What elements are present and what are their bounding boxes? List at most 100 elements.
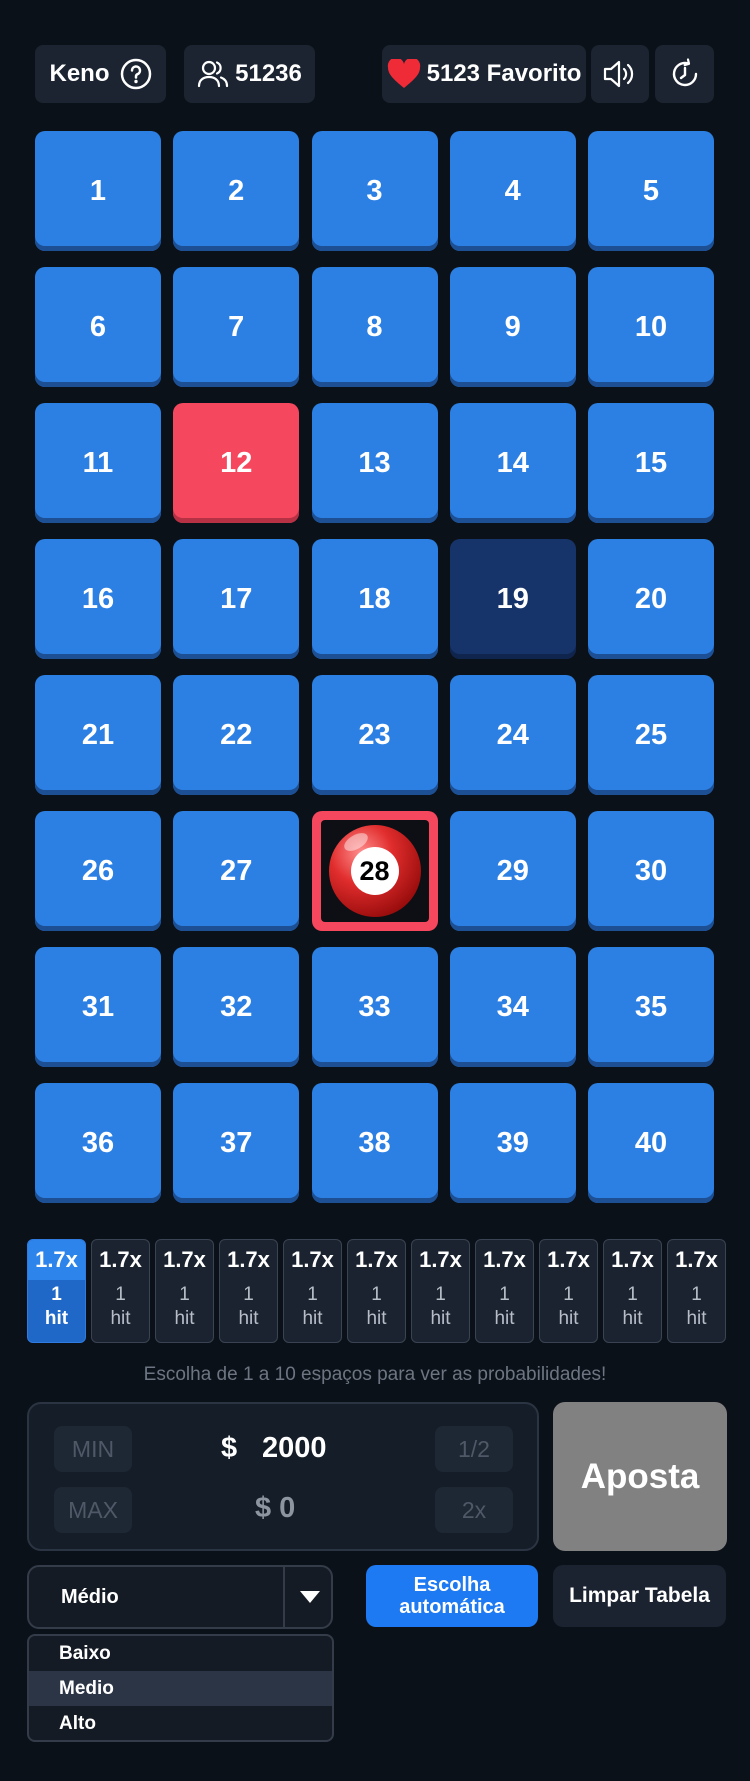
chevron-down-icon[interactable] [283,1567,335,1627]
number-tile[interactable]: 7 [173,267,300,387]
number-tile[interactable]: 16 [35,539,161,659]
number-tile[interactable]: 38 [311,1083,438,1203]
number-tile[interactable]: 26 [35,811,161,931]
number-tile[interactable]: 37 [173,1083,300,1203]
payout-hit-count: 1 [627,1284,638,1305]
number-tile[interactable]: 34 [449,947,576,1067]
number-tile[interactable]: 11 [35,403,161,523]
risk-options-list: Baixo Medio Alto [27,1634,334,1742]
risk-option[interactable]: Baixo [29,1636,332,1671]
payout-hit-label: hit [44,1308,69,1329]
number-tile[interactable]: 32 [173,947,300,1067]
number-tile[interactable]: 39 [449,1083,576,1203]
number-tile[interactable]: 10 [588,267,714,387]
keno-board: 1 2 3 4 5 6 7 8 9 10 11 12 13 14 15 16 17 18 19 20 21 22 23 24 2… [35,131,714,1203]
half-bet-button[interactable]: 1/2 [435,1426,513,1472]
payout-card: 1.7x 1 hit [347,1239,406,1343]
payout-card: 1.7x 1 hit [27,1239,86,1343]
number-tile[interactable]: 24 [449,675,576,795]
tile-number: 16 [81,582,115,615]
risk-select[interactable]: Médio [27,1565,333,1629]
heart-icon [387,59,420,88]
number-tile[interactable]: 8 [311,267,438,387]
payout-hit-count: 1 [563,1284,574,1305]
number-tile[interactable]: 35 [588,947,714,1067]
payout-card: 1.7x 1 hit [283,1239,342,1343]
auto-pick-button[interactable]: Escolha automática [366,1565,538,1627]
profit-display: $ 0 [255,1492,296,1524]
max-bet-button[interactable]: MAX [54,1487,132,1533]
number-tile[interactable]: 6 [35,267,161,387]
risk-option[interactable]: Alto [29,1706,332,1740]
number-tile[interactable]: 18 [311,539,438,659]
number-tile[interactable]: 22 [173,675,300,795]
payout-multiplier: 1.7x [355,1247,398,1272]
auto-pick-label-1: Escolha [413,1574,491,1596]
place-bet-button[interactable]: Aposta [553,1402,727,1551]
number-tile[interactable]: 40 [588,1083,714,1203]
tile-number: 33 [358,990,391,1023]
number-tile[interactable]: 19 [449,539,576,659]
number-tile[interactable]: 12 [173,403,300,523]
payout-hit-label: hit [302,1308,323,1329]
payout-multiplier: 1.7x [28,1240,85,1280]
number-tile[interactable]: 31 [35,947,161,1067]
number-tile[interactable]: 30 [588,811,714,931]
tile-number: 24 [496,718,529,751]
number-tile[interactable]: 9 [449,267,576,387]
tile-number: 25 [634,718,668,751]
number-tile[interactable]: 2 [173,131,300,251]
game-info-button[interactable]: Keno [35,45,166,103]
payout-card: 1.7x 1 hit [91,1239,150,1343]
tile-number: 31 [81,990,115,1023]
number-tile[interactable]: 1 [35,131,161,251]
double-bet-button[interactable]: 2x [435,1487,513,1533]
payout-hit-label: hit [622,1308,643,1329]
number-tile[interactable]: 21 [35,675,161,795]
sound-button[interactable] [591,45,649,103]
history-icon [672,58,697,87]
bet-amount-input[interactable]: 2000 [262,1432,327,1465]
number-tile[interactable]: 33 [311,947,438,1067]
payout-hit-label: hit [558,1308,579,1329]
number-tile[interactable]: 36 [35,1083,161,1203]
number-tile[interactable]: 28 [311,811,438,931]
tile-number: 2 [228,174,245,207]
number-tile[interactable]: 15 [588,403,714,523]
number-tile[interactable]: 29 [449,811,576,931]
tile-number: 36 [81,1126,115,1159]
tile-number: 40 [634,1126,668,1159]
payout-hit-count: 1 [51,1284,62,1305]
payout-multiplier: 1.7x [291,1247,334,1272]
payout-hit-label: hit [494,1308,515,1329]
players-button[interactable]: 51236 [184,45,315,103]
tile-number: 4 [504,174,521,207]
tile-number: 30 [634,854,668,887]
payout-card: 1.7x 1 hit [411,1239,470,1343]
tile-number: 23 [358,718,391,751]
payout-hit-count: 1 [115,1284,126,1305]
payout-multiplier: 1.7x [227,1247,270,1272]
payout-hit-count: 1 [179,1284,190,1305]
history-button[interactable] [655,45,714,103]
payout-hit-label: hit [110,1308,131,1329]
number-tile[interactable]: 5 [588,131,714,251]
number-tile[interactable]: 23 [311,675,438,795]
payout-hit-label: hit [238,1308,259,1329]
help-icon [120,58,151,90]
favorite-button[interactable]: 5123 Favorito [382,45,586,103]
payout-multiplier: 1.7x [99,1247,142,1272]
number-tile[interactable]: 20 [588,539,714,659]
number-tile[interactable]: 25 [588,675,714,795]
payout-hit-label: hit [686,1308,707,1329]
number-tile[interactable]: 13 [311,403,438,523]
number-tile[interactable]: 27 [173,811,300,931]
number-tile[interactable]: 3 [311,131,438,251]
number-tile[interactable]: 14 [449,403,576,523]
number-tile[interactable]: 17 [173,539,300,659]
payout-hit-count: 1 [243,1284,254,1305]
risk-option[interactable]: Medio [29,1671,332,1706]
min-bet-button[interactable]: MIN [54,1426,132,1472]
clear-board-button[interactable]: Limpar Tabela [553,1565,726,1627]
number-tile[interactable]: 4 [449,131,576,251]
